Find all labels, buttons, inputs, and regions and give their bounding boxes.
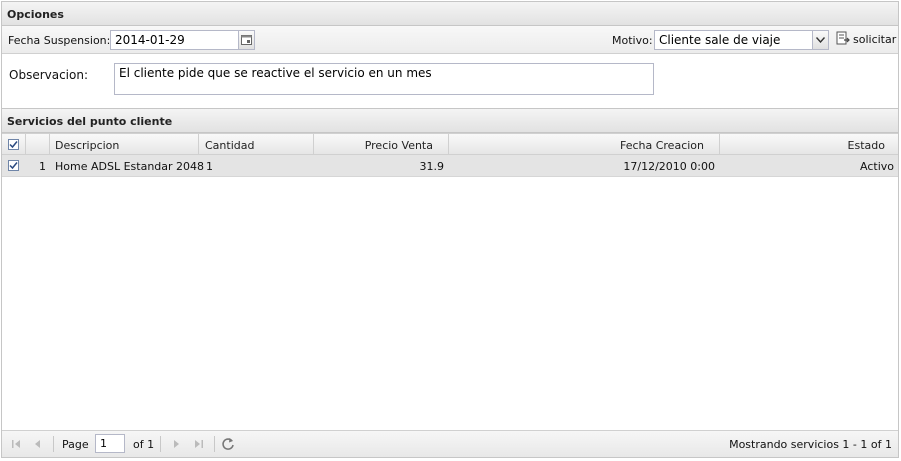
grid-title: Servicios del punto cliente bbox=[7, 115, 173, 128]
cell-cantidad: 1 bbox=[206, 160, 213, 173]
refresh-icon[interactable] bbox=[221, 437, 235, 451]
grid-column-header: Descripcion Cantidad Precio Venta Fecha … bbox=[2, 133, 898, 155]
checkbox-checked-icon[interactable] bbox=[8, 160, 19, 171]
motivo-label: Motivo: bbox=[612, 34, 653, 47]
page-label: Page bbox=[62, 438, 89, 451]
table-row[interactable]: 1 Home ADSL Estandar 2048 1 31.9 17/12/2… bbox=[2, 155, 898, 177]
calendar-icon[interactable] bbox=[238, 30, 255, 50]
options-toolbar: Fecha Suspension: 2014-01-29 Motivo: Cli… bbox=[2, 26, 898, 54]
fecha-suspension-label: Fecha Suspension: bbox=[8, 34, 111, 47]
solicitar-button[interactable]: solicitar bbox=[836, 29, 896, 49]
select-all-column[interactable] bbox=[2, 134, 26, 155]
observacion-label: Observacion: bbox=[9, 68, 89, 82]
paging-summary: Mostrando servicios 1 - 1 of 1 bbox=[729, 438, 892, 451]
column-fecha-creacion[interactable]: Fecha Creacion bbox=[449, 134, 720, 155]
first-page-icon[interactable] bbox=[9, 437, 23, 451]
grid-header: Servicios del punto cliente bbox=[2, 109, 898, 133]
column-descripcion[interactable]: Descripcion bbox=[50, 134, 199, 155]
cell-estado: Activo bbox=[860, 160, 894, 173]
cell-fecha-creacion: 17/12/2010 0:00 bbox=[623, 160, 715, 173]
prev-page-icon[interactable] bbox=[31, 437, 45, 451]
main-panel: Opciones Fecha Suspension: 2014-01-29 Mo… bbox=[1, 1, 899, 458]
cell-descripcion: Home ADSL Estandar 2048 bbox=[55, 160, 205, 173]
next-page-icon[interactable] bbox=[169, 437, 183, 451]
column-cantidad[interactable]: Cantidad bbox=[199, 134, 314, 155]
observacion-field[interactable]: El cliente pide que se reactive el servi… bbox=[114, 63, 654, 95]
column-precio-venta[interactable]: Precio Venta bbox=[314, 134, 449, 155]
page-number-input[interactable]: 1 bbox=[95, 434, 125, 453]
request-icon bbox=[836, 31, 850, 48]
rownumber-column bbox=[26, 134, 50, 155]
dropdown-arrow-icon[interactable] bbox=[812, 30, 829, 50]
last-page-icon[interactable] bbox=[192, 437, 206, 451]
of-pages-label: of 1 bbox=[133, 438, 155, 451]
options-header: Opciones bbox=[2, 2, 898, 26]
fecha-suspension-field[interactable]: 2014-01-29 bbox=[110, 30, 240, 50]
cell-precio-venta: 31.9 bbox=[419, 160, 445, 173]
solicitar-label: solicitar bbox=[853, 32, 897, 46]
motivo-select[interactable]: Cliente sale de viaje bbox=[654, 30, 814, 50]
options-title: Opciones bbox=[7, 8, 64, 21]
paging-toolbar: Page 1 of 1 Mostrando servicios 1 - 1 of… bbox=[2, 430, 898, 457]
column-estado[interactable]: Estado bbox=[720, 134, 900, 155]
row-number: 1 bbox=[39, 160, 46, 173]
checkbox-checked-icon[interactable] bbox=[8, 139, 19, 150]
observacion-section: Observacion: El cliente pide que se reac… bbox=[2, 54, 898, 109]
